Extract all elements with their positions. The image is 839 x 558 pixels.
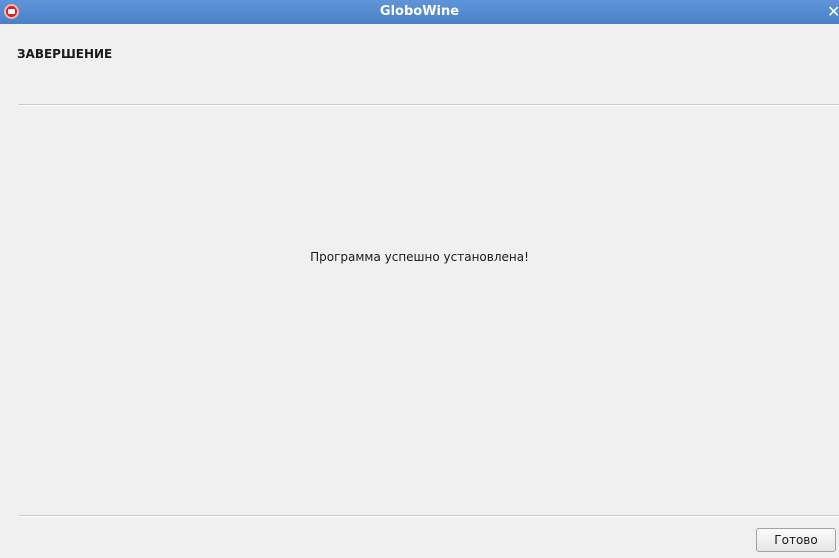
- success-message: Программа успешно установлена!: [310, 250, 529, 264]
- title-bar[interactable]: GloboWine ✕: [0, 0, 839, 24]
- installer-window: GloboWine ✕ ЗАВЕРШЕНИЕ Программа успешно…: [0, 0, 839, 558]
- header-divider: [19, 104, 839, 106]
- window-title: GloboWine: [379, 4, 460, 19]
- finish-button[interactable]: Готово: [756, 528, 836, 552]
- close-button[interactable]: ✕: [827, 2, 839, 22]
- page-title: ЗАВЕРШЕНИЕ: [17, 47, 113, 61]
- footer-divider: [19, 515, 839, 517]
